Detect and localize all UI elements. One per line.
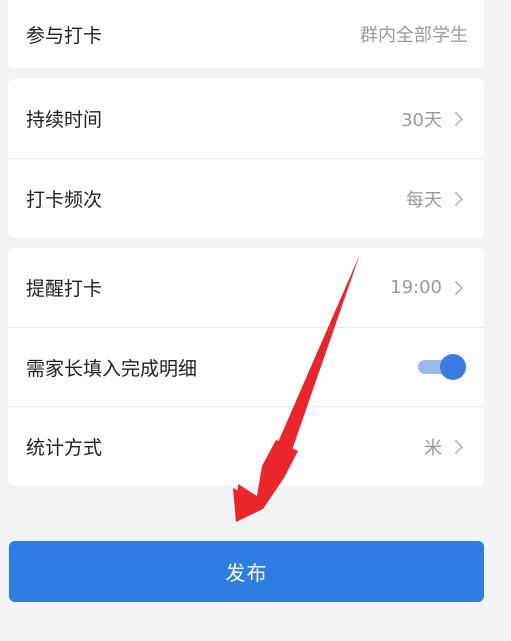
stat-method-row[interactable]: 统计方式 米 <box>8 406 484 486</box>
parent-detail-toggle[interactable] <box>418 354 468 380</box>
chevron-right-icon <box>450 438 468 456</box>
duration-row[interactable]: 持续时间 30天 <box>8 79 484 158</box>
participants-row: 参与打卡 群内全部学生 <box>8 0 484 68</box>
participants-label: 参与打卡 <box>26 24 103 47</box>
parent-detail-label: 需家长填入完成明细 <box>26 357 198 380</box>
participants-card: 参与打卡 群内全部学生 <box>8 0 484 68</box>
stat-method-label: 统计方式 <box>26 437 103 459</box>
toggle-knob <box>440 354 466 380</box>
chevron-right-icon <box>450 190 468 208</box>
frequency-row[interactable]: 打卡频次 每天 <box>8 158 484 238</box>
participants-value: 群内全部学生 <box>360 25 468 46</box>
frequency-label: 打卡频次 <box>26 189 103 211</box>
reminder-row[interactable]: 提醒打卡 19:00 <box>8 248 484 327</box>
chevron-right-icon <box>450 279 468 297</box>
duration-label: 持续时间 <box>26 109 103 131</box>
settings-card: 提醒打卡 19:00 需家长填入完成明细 统计方式 米 <box>8 248 484 486</box>
reminder-label: 提醒打卡 <box>26 278 103 300</box>
publish-button[interactable]: 发布 <box>9 541 484 602</box>
parent-detail-row: 需家长填入完成明细 <box>8 327 484 406</box>
frequency-value: 每天 <box>406 189 442 211</box>
chevron-right-icon <box>450 110 468 128</box>
reminder-value: 19:00 <box>390 277 442 298</box>
schedule-card: 持续时间 30天 打卡频次 每天 <box>8 79 484 238</box>
duration-value: 30天 <box>401 109 442 131</box>
stat-method-value: 米 <box>424 437 442 459</box>
